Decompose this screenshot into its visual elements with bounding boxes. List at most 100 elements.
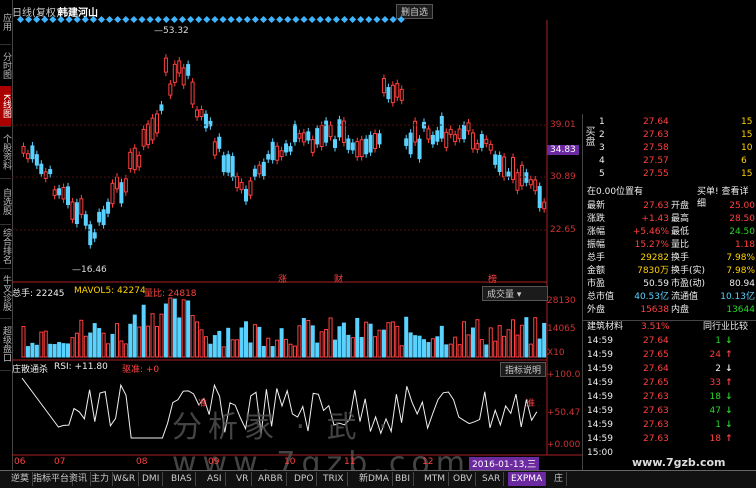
candle-body	[528, 179, 533, 186]
volume-bar	[493, 340, 498, 358]
candle-body	[381, 77, 386, 94]
quote-label: 流通值	[671, 292, 699, 302]
indicator-tab[interactable]: BIAS	[168, 472, 196, 486]
quote-row: 市盈 50.59 市盈(动) 80.94	[583, 278, 756, 290]
volume-bar	[359, 337, 364, 358]
volume-bar	[39, 331, 44, 358]
indicator-help-button[interactable]: 指标说明	[500, 362, 547, 377]
candle-body	[310, 139, 315, 153]
candle-body	[515, 172, 520, 191]
candle-body	[435, 130, 440, 142]
candle-body	[146, 123, 151, 146]
indicator-rsi: RSI: +11.80	[54, 362, 108, 372]
left-tab[interactable]: 超级盘口	[0, 318, 11, 371]
candle-body	[114, 176, 119, 190]
volume-bar	[21, 326, 26, 358]
left-tab[interactable]: 综合排名	[0, 224, 11, 269]
volume-bar	[377, 329, 382, 358]
left-tab[interactable]: 应用	[0, 0, 11, 45]
signal-dot	[178, 15, 187, 24]
indicator-tab[interactable]: BBI	[392, 472, 415, 486]
candle-body	[226, 154, 231, 173]
volume-bar	[221, 346, 226, 358]
volume-bar	[123, 343, 128, 358]
signal-dot	[195, 15, 203, 24]
marker-zhang[interactable]: 涨	[278, 272, 287, 285]
left-tab[interactable]: 自选股	[0, 178, 11, 225]
candle-body	[279, 150, 284, 158]
indicator-tab[interactable]: DMI	[139, 472, 164, 486]
quote-panel: 在0.00位置有 买单! 查看详细 最新 27.63 开盘 25.00 涨跌 +1…	[582, 114, 756, 470]
signal-dot	[89, 15, 97, 24]
candle-body	[457, 128, 462, 140]
quote-value: 24.50	[729, 227, 755, 237]
tick-arrow-icon: ↑	[725, 350, 733, 360]
candle-body	[119, 182, 124, 204]
indicator-tab[interactable]: ASI	[204, 472, 226, 486]
volume-bar	[97, 328, 102, 358]
quote-label: 开盘	[671, 201, 690, 211]
quote-value: 15638	[640, 305, 669, 315]
candle-body	[297, 133, 302, 139]
quote-label: 振幅	[587, 240, 606, 250]
indicator-tab[interactable]: MTM	[421, 472, 450, 486]
volume-bar	[417, 335, 422, 358]
indicator-tab[interactable]: DPO	[291, 472, 318, 486]
high-annotation: —53.32	[154, 26, 189, 36]
signal-dot	[33, 15, 41, 24]
indicator-tab[interactable]: OBV	[450, 472, 477, 486]
volume-bar	[350, 337, 355, 358]
volume-bar	[266, 337, 271, 358]
quote-value: 7.98%	[726, 253, 755, 263]
signal-dot	[227, 15, 235, 24]
volume-bar	[43, 330, 48, 358]
quote-value: 13644	[726, 305, 755, 315]
candle-body	[61, 186, 66, 200]
volume-bar	[114, 323, 119, 358]
signal-dot	[389, 15, 397, 24]
indicator-tab[interactable]: TRIX	[320, 472, 348, 486]
volume-bar	[25, 346, 30, 358]
sector-pct: 3.51%	[641, 322, 670, 332]
indicator-tab[interactable]: 新DMA	[356, 472, 393, 486]
indicator-tab[interactable]: EXPMA	[508, 472, 547, 486]
volume-bar	[226, 327, 231, 358]
marker-bang[interactable]: 榜	[488, 272, 497, 285]
sector-row[interactable]: 建筑材料 3.51% 同行业比较	[583, 320, 756, 333]
tick-time: 14:59	[587, 364, 613, 374]
volume-bar	[390, 321, 395, 358]
quote-value: 80.94	[729, 279, 755, 289]
candle-body	[221, 155, 226, 173]
candle-body	[524, 172, 529, 183]
tick-price: 27.64	[643, 336, 669, 346]
quote-value: 7830万	[637, 266, 669, 276]
volume-bar	[155, 325, 159, 358]
indicator-tab[interactable]: VR	[233, 472, 253, 486]
volume-bar	[190, 314, 195, 358]
tick-row: 14:59 27.63 18 ↑	[583, 433, 756, 445]
indicator-tab[interactable]: ARBR	[255, 472, 287, 486]
indicator-tab[interactable]: SAR	[479, 472, 505, 486]
candle-body	[493, 154, 498, 165]
left-tab[interactable]: K线图	[0, 86, 11, 127]
indicator-tab[interactable]: 庄	[551, 472, 568, 486]
sector-compare-link[interactable]: 同行业比较	[703, 321, 748, 333]
left-tab[interactable]: 分时图	[0, 44, 11, 87]
volume-indicator-select[interactable]: 成交量 ▾	[482, 286, 548, 301]
marker-cai[interactable]: 财	[334, 272, 343, 285]
candle-body	[373, 133, 378, 149]
signal-dot	[146, 15, 154, 24]
indicator-tab[interactable]: W&R	[110, 472, 140, 486]
left-tab[interactable]: 个股资料	[0, 126, 11, 179]
signal-dot	[340, 15, 349, 24]
quote-value: 7.98%	[726, 266, 755, 276]
left-tab[interactable]: 牛叉诊股	[0, 268, 11, 319]
indicator-name[interactable]: 庄散通杀	[12, 362, 48, 375]
volume-bar	[386, 322, 391, 358]
candle-body	[172, 63, 177, 83]
candle-body	[101, 209, 106, 226]
volume-bar	[515, 334, 520, 358]
volume-bar	[163, 303, 168, 358]
signal-dot	[357, 15, 365, 24]
quote-row: 振幅 15.27% 量比 1.18	[583, 239, 756, 251]
